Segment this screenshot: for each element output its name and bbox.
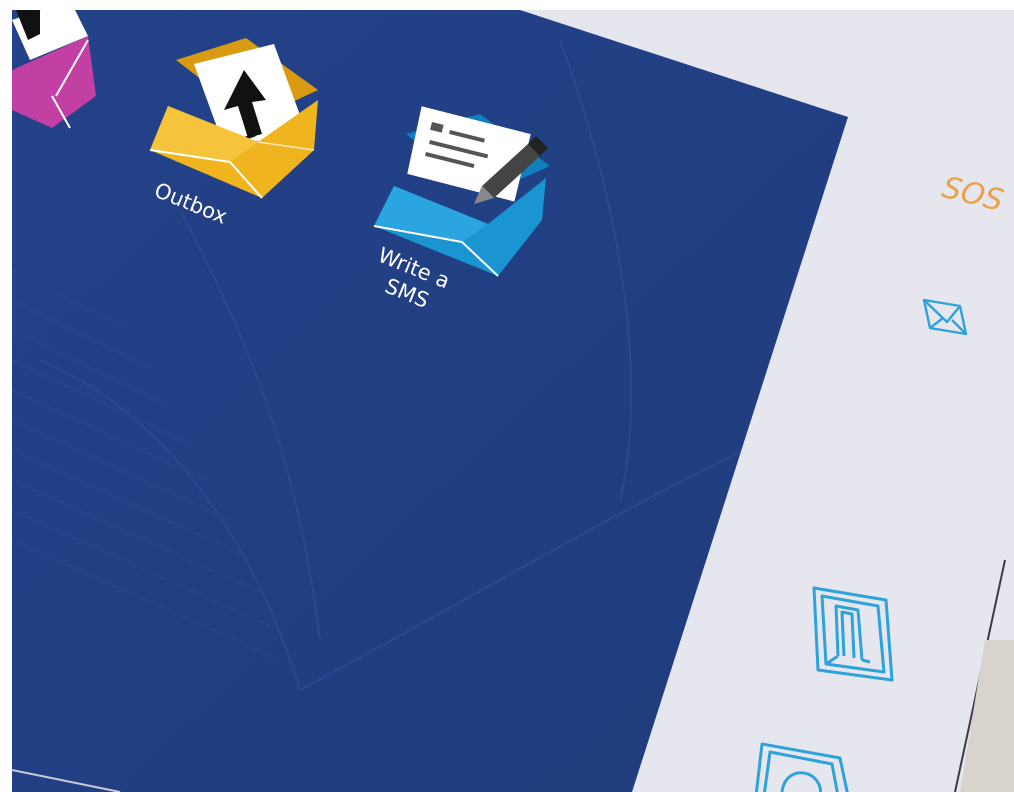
device-screenshot: x Outbox — [0, 0, 1014, 792]
background-floor — [0, 0, 1014, 792]
